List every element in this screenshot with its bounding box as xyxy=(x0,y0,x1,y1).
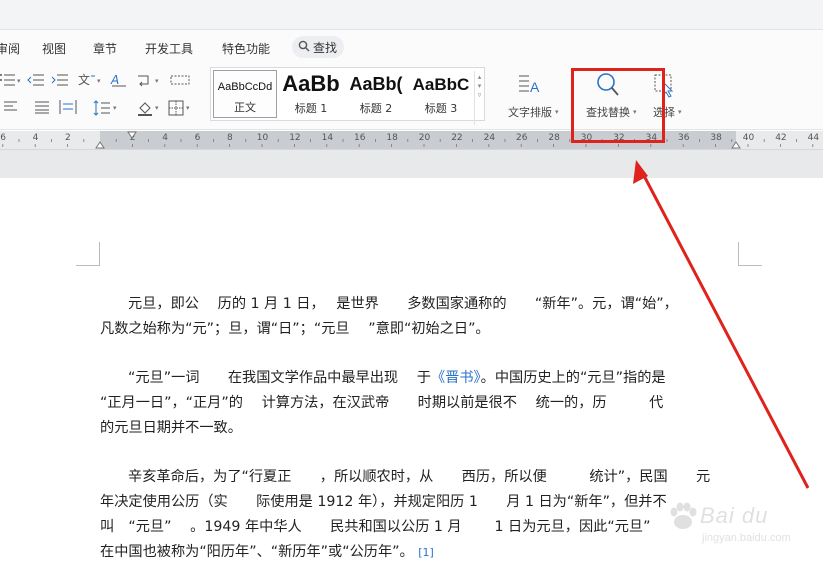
margin-corner-top-right xyxy=(738,242,762,266)
watermark-brand: Bai du xyxy=(700,503,769,528)
page-gap xyxy=(0,150,823,178)
search-tab[interactable]: 查找 xyxy=(292,36,344,58)
text-segment: 。中国历史上的“元旦”指的是 xyxy=(480,370,666,386)
book-link[interactable]: 《晋书》 xyxy=(431,370,481,386)
line-break-icon[interactable] xyxy=(136,72,154,88)
menu-view[interactable]: 视图 xyxy=(42,40,66,57)
indent-markers[interactable] xyxy=(0,131,823,150)
menu-bar: 审阅 视图 章节 开发工具 特色功能 xyxy=(0,30,823,64)
style-normal[interactable]: AaBbCcDd 正文 xyxy=(213,70,277,118)
chevron-down-icon: ▾ xyxy=(678,108,682,116)
text-layout-icon: A xyxy=(517,72,543,100)
decrease-indent-icon[interactable] xyxy=(27,73,45,89)
text-line: “正月一日”，“正月”的 计算方法，在汉武帝 时期以前是很不 统一的，历 代 xyxy=(100,395,664,411)
text-layout-label: 文字排版 xyxy=(508,106,552,119)
paw-icon xyxy=(670,502,697,529)
table-tab-icon[interactable] xyxy=(170,72,190,88)
style-name: 标题 3 xyxy=(424,102,458,115)
style-preview: AaBb xyxy=(282,71,340,96)
window-top-strip xyxy=(0,0,823,30)
show-hide-marks-icon[interactable]: A xyxy=(110,72,128,88)
style-preview: AaBbCcDd xyxy=(217,81,273,93)
text-layout-button[interactable]: A 文字排版 ▾ xyxy=(497,68,563,124)
style-gallery: AaBbCcDd 正文 AaBb 标题 1 AaBb( 标题 2 AaBbC 标… xyxy=(210,67,485,125)
line-spacing-icon[interactable] xyxy=(93,100,111,116)
menu-developer-tools[interactable]: 开发工具 xyxy=(145,40,193,57)
chevron-down-icon[interactable]: ▾ xyxy=(155,77,159,85)
horizontal-ruler[interactable]: 6 4 2 2 4 6 8 10 12 14 16 18 20 22 24 26 28 30 32 34 36 38 40 4… xyxy=(0,131,823,150)
style-preview: AaBbC xyxy=(412,75,470,94)
search-icon xyxy=(298,40,310,55)
paragraph-2[interactable]: “元旦”一词 在我国文学作品中最早出现 于《晋书》。中国历史上的“元旦”指的是 … xyxy=(100,366,740,441)
text-line: 年决定使用公历（实 际使用是 1912 年），并规定阳历 1 月 1 日为“新年… xyxy=(100,494,667,510)
distributed-align-icon[interactable] xyxy=(59,100,77,116)
align-justify-icon[interactable] xyxy=(34,100,52,116)
style-name: 正文 xyxy=(234,101,256,114)
chevron-down-icon[interactable]: ▾ xyxy=(113,104,117,112)
menu-chapter[interactable]: 章节 xyxy=(93,40,117,57)
baidu-watermark: Bai du jingyan.baidu.com xyxy=(662,496,812,556)
watermark-url: jingyan.baidu.com xyxy=(702,532,791,544)
text-line: 叫 “元旦” 。1949 年中华人 民共和国以公历 1 月 1 日为元旦，因此“… xyxy=(100,519,651,535)
text-line: 元旦，即公 历的 1 月 1 日， 是世界 多数国家通称的 “新年”。元，谓“始… xyxy=(128,296,678,312)
chevron-down-icon[interactable]: ▾ xyxy=(186,104,190,112)
increase-indent-icon[interactable] xyxy=(51,73,69,89)
text-line: 凡数之始称为“元”；旦，谓“日”；“元旦 ”意即“初始之日”。 xyxy=(100,321,490,337)
annotation-highlight-box xyxy=(571,68,665,143)
chinese-layout-icon[interactable]: 文 xyxy=(77,72,95,88)
svg-text:文: 文 xyxy=(78,72,90,87)
text-segment: “元旦”一词 在我国文学作品中最早出现 于 xyxy=(128,370,431,386)
search-tab-label: 查找 xyxy=(313,41,338,55)
ribbon-toolbar: ▾ 文 ▾ A ▾ ▾ ▾ ▾ AaBbCcDd 正文 AaBb 标题 1 Aa… xyxy=(0,64,823,130)
bullet-list-icon[interactable] xyxy=(0,73,18,89)
text-line: 辛亥革命后，为了“行夏正 ，所以顺农时，从 西历，所以便 统计”，民国 元 xyxy=(128,469,711,485)
borders-icon[interactable] xyxy=(168,100,186,116)
style-name: 标题 2 xyxy=(359,102,393,115)
text-line: “元旦”一词 在我国文学作品中最早出现 于《晋书》。中国历史上的“元旦”指的是 xyxy=(100,366,740,391)
paragraph-1[interactable]: 元旦，即公 历的 1 月 1 日， 是世界 多数国家通称的 “新年”。元，谓“始… xyxy=(100,292,740,342)
menu-special-features[interactable]: 特色功能 xyxy=(222,40,270,57)
svg-text:A: A xyxy=(530,79,540,95)
paragraph-3[interactable]: 辛亥革命后，为了“行夏正 ，所以顺农时，从 西历，所以便 统计”，民国 元 年决… xyxy=(100,465,740,565)
chevron-down-icon[interactable]: ▾ xyxy=(97,77,101,85)
footnote-link[interactable]: [1] xyxy=(418,546,434,559)
svg-text:A: A xyxy=(110,73,119,87)
style-heading-1[interactable]: AaBb 标题 1 xyxy=(279,70,343,118)
text-line: 在中国也被称为“阳历年”、“新历年”或“公历年”。 [1] xyxy=(100,540,740,565)
chevron-down-icon: ▾ xyxy=(555,108,559,116)
style-gallery-scroll[interactable]: ▴ ▾ ▿ xyxy=(474,71,484,125)
style-heading-2[interactable]: AaBb( 标题 2 xyxy=(344,70,408,118)
text-line: 的元旦日期并不一致。 xyxy=(100,420,242,436)
style-name: 标题 1 xyxy=(294,102,328,115)
style-preview: AaBb( xyxy=(349,74,403,94)
menu-review[interactable]: 审阅 xyxy=(0,40,20,57)
text-segment: 在中国也被称为“阳历年”、“新历年”或“公历年”。 xyxy=(100,544,414,560)
margin-corner-top-left xyxy=(76,242,100,266)
style-heading-3[interactable]: AaBbC 标题 3 xyxy=(409,70,473,118)
chevron-down-icon[interactable]: ▾ xyxy=(155,104,159,112)
align-left-icon[interactable] xyxy=(4,100,22,116)
shading-icon[interactable] xyxy=(136,100,154,116)
chevron-down-icon[interactable]: ▾ xyxy=(17,77,21,85)
